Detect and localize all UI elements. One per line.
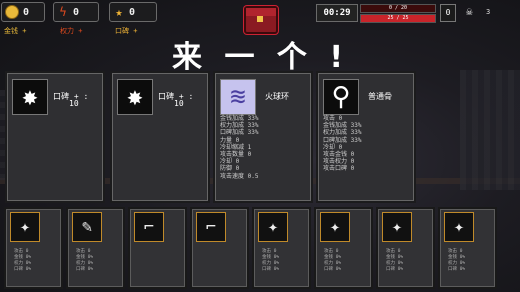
kill-count: 3 (486, 8, 491, 16)
stat-line: 口碑加成 33% (323, 136, 362, 144)
stat-line: 权力加成 33% (323, 129, 362, 137)
slot-stat: 口碑 0% (386, 267, 404, 272)
slot-stats: 攻击 0 金钱 0% 权力 0% 口碑 0% (14, 249, 31, 273)
choice-card-1[interactable]: ✸ 口碑 + : 10 (5, 71, 105, 203)
hp-bar: 25 / 25 (360, 14, 436, 23)
star-badge-icon: ✸ (12, 79, 48, 115)
xp-text: 0 / 20 (388, 5, 408, 11)
rock-wall-right (460, 70, 520, 190)
slot-stat: 口碑 0% (324, 267, 342, 272)
gold-value: 0 (23, 6, 30, 18)
stat-line: 力量 0 (220, 136, 240, 144)
inventory-slot-2[interactable]: ✎ 攻击 0 金钱 0% 权力 0% 口碑 0% (66, 207, 125, 289)
slot-stats: 攻击 0 金钱 0% 权力 0% 口碑 0% (324, 249, 341, 273)
card-name: 火球环 (265, 92, 289, 101)
slot-stats: 攻击 0 金钱 0% 权力 0% 口碑 0% (262, 249, 279, 273)
xp-bar: 0 / 20 (360, 4, 436, 13)
inventory-slot-4[interactable]: ⌐ (190, 207, 249, 289)
star-badge-icon: ✸ (117, 79, 153, 115)
gold-label: 金钱 + (4, 27, 27, 35)
inventory-slot-1[interactable]: ✦ 攻击 0 金钱 0% 权力 0% 口碑 0% (4, 207, 63, 289)
card-stats: 金钱加成 33% 权力加成 33% 口碑加成 33% 力量 0 冷却缩减 1 攻… (220, 115, 258, 180)
slot-stats: 攻击 0 金钱 0% 权力 0% 口碑 0% (448, 249, 465, 273)
stat-line: 冷却 0 (323, 143, 343, 151)
treasure-chest-icon[interactable] (244, 6, 278, 34)
boot-icon: ⌐ (134, 212, 164, 242)
slot-stat: 口碑 0% (76, 267, 94, 272)
reputation-counter: ★ 0 (109, 2, 157, 22)
inventory-slot-8[interactable]: ✦ 攻击 0 金钱 0% 权力 0% 口碑 0% (438, 207, 497, 289)
card-name: 普通骨 (368, 92, 392, 101)
weapon-icon: ✦ (320, 212, 350, 242)
inventory-slot-3[interactable]: ⌐ (128, 207, 187, 289)
power-counter: ϟ 0 (53, 2, 99, 22)
slot-stat: 口碑 0% (262, 267, 280, 272)
game-timer: 00:29 (316, 4, 358, 22)
weapon-icon: ✦ (258, 212, 288, 242)
hp-text: 25 / 25 (387, 15, 409, 21)
reputation-value: 0 (129, 6, 136, 18)
fire-ring-icon: ≋ (220, 79, 256, 115)
slot-stats: 攻击 0 金钱 0% 权力 0% 口碑 0% (386, 249, 403, 273)
stat-line: 攻击口碑 0 (323, 165, 355, 173)
card-amount: 10 (69, 99, 79, 108)
chest-lid (246, 8, 276, 16)
boot-icon: ⌐ (196, 212, 226, 242)
stat-line: 攻击速度 0.5 (220, 172, 259, 180)
power-label: 权力 + (60, 27, 83, 35)
coin-icon (5, 5, 19, 19)
slot-stat: 口碑 0% (14, 267, 32, 272)
slot-stats: 攻击 0 金钱 0% 权力 0% 口碑 0% (76, 249, 93, 273)
staff-icon: ✎ (72, 212, 102, 242)
bolt-icon: ϟ (59, 5, 67, 19)
stat-line: 冷却缩减 1 (220, 143, 252, 151)
card-stats: 攻击 0 金钱加成 33% 权力加成 33% 口碑加成 33% 冷却 0 攻击金… (323, 115, 361, 173)
power-value: 0 (73, 6, 80, 18)
bone-icon: ⚲ (323, 79, 359, 115)
weapon-icon: ✦ (444, 212, 474, 242)
inventory-slot-5[interactable]: ✦ 攻击 0 金钱 0% 权力 0% 口碑 0% (252, 207, 311, 289)
weapon-icon: ✦ (10, 212, 40, 242)
stat-line: 防御 0 (220, 165, 240, 173)
level-box: 0 (440, 4, 456, 22)
inventory-slot-7[interactable]: ✦ 攻击 0 金钱 0% 权力 0% 口碑 0% (376, 207, 435, 289)
choice-card-2[interactable]: ✸ 口碑 + : 10 (110, 71, 210, 203)
choice-card-3[interactable]: ≋ 火球环 金钱加成 33% 权力加成 33% 口碑加成 33% 力量 0 冷却… (213, 71, 313, 203)
gold-counter: 0 (1, 2, 45, 22)
stat-line: 口碑加成 33% (220, 129, 259, 137)
inventory-slot-6[interactable]: ✦ 攻击 0 金钱 0% 权力 0% 口碑 0% (314, 207, 373, 289)
page-title: 来 一 个 ! (172, 40, 350, 75)
star-icon: ★ (115, 5, 123, 19)
card-amount: 10 (174, 99, 184, 108)
choice-card-4[interactable]: ⚲ 普通骨 攻击 0 金钱加成 33% 权力加成 33% 口碑加成 33% 冷却… (316, 71, 416, 203)
weapon-icon: ✦ (382, 212, 412, 242)
status-bars: 0 / 20 25 / 25 (360, 4, 436, 23)
chest-lock (257, 16, 263, 22)
reputation-label: 口碑 + (115, 27, 138, 35)
slot-stat: 口碑 0% (448, 267, 466, 272)
skull-icon: ☠ (466, 5, 473, 18)
